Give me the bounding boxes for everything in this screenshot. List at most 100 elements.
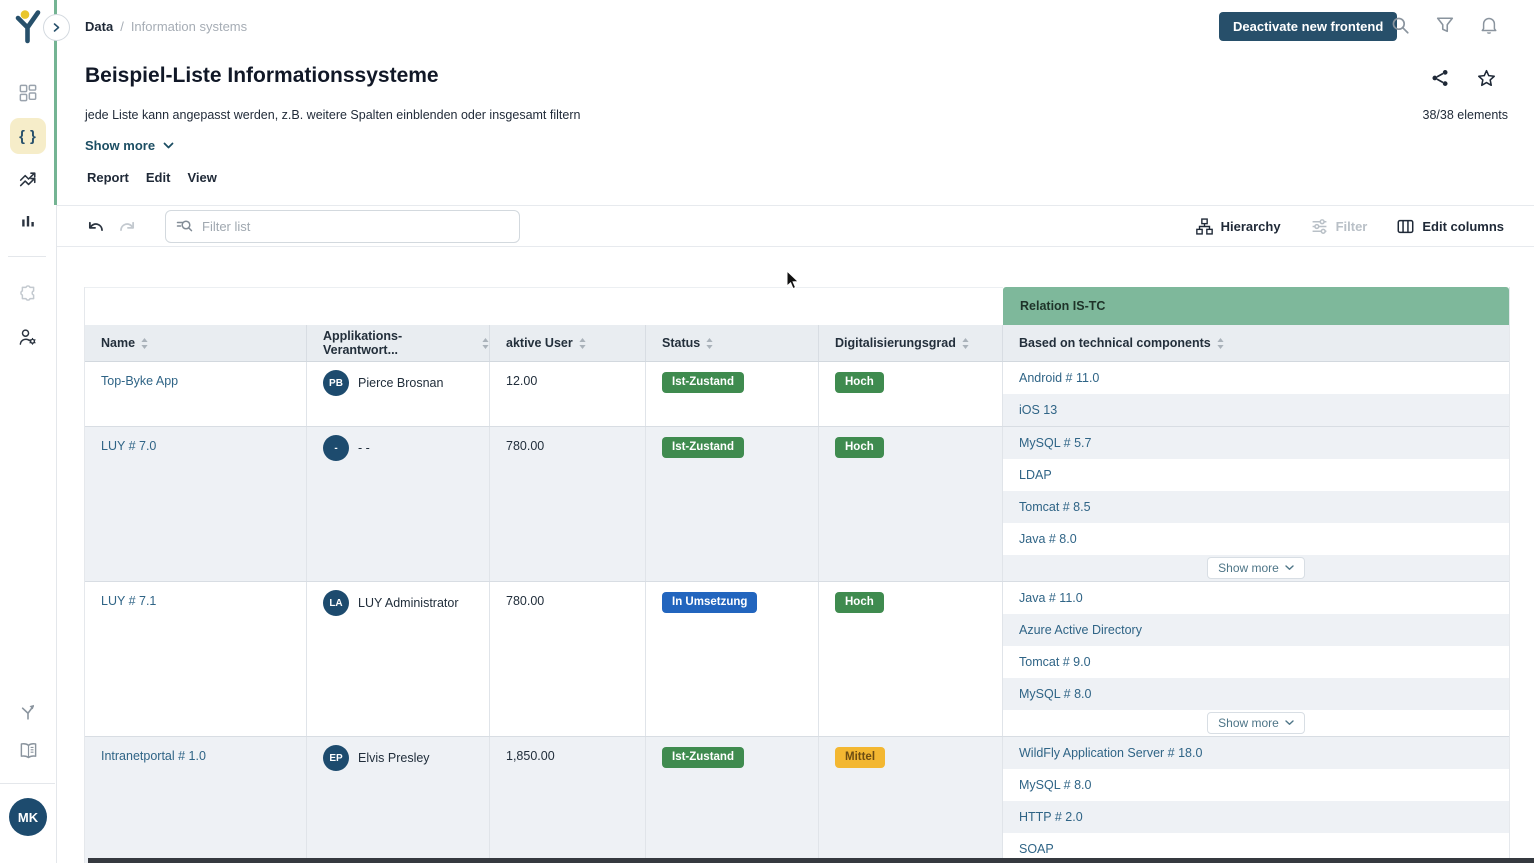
breadcrumb-data[interactable]: Data — [85, 19, 113, 34]
hierarchy-button[interactable]: Hierarchy — [1196, 218, 1281, 235]
table-row[interactable]: LUY # 7.0-- -780.00Ist-ZustandHochMySQL … — [85, 426, 1509, 581]
name-cell: LUY # 7.1 — [85, 582, 307, 736]
component-link[interactable]: WildFly Application Server # 18.0 — [1003, 737, 1509, 769]
component-link[interactable]: LDAP — [1003, 459, 1509, 491]
sidebar-item-plugins[interactable] — [0, 282, 56, 304]
filter-label: Filter — [1336, 219, 1368, 234]
table-row[interactable]: Intranetportal # 1.0EPElvis Presley1,850… — [85, 736, 1509, 863]
information-systems-table: Relation IS-TC NameApplikations-Verantwo… — [84, 287, 1510, 863]
component-link[interactable]: Azure Active Directory — [1003, 614, 1509, 646]
owner-cell: LA LUY Administrator — [307, 582, 490, 736]
sort-icon[interactable] — [706, 338, 713, 349]
menu-view[interactable]: View — [187, 170, 216, 185]
undo-icon[interactable] — [86, 218, 105, 236]
edit-columns-label: Edit columns — [1422, 219, 1504, 234]
user-gear-icon — [19, 328, 37, 346]
component-link[interactable]: HTTP # 2.0 — [1003, 801, 1509, 833]
filter-button[interactable]: Filter — [1311, 218, 1368, 235]
edit-columns-button[interactable]: Edit columns — [1397, 218, 1504, 235]
show-more-components-button[interactable]: Show more — [1207, 557, 1305, 579]
chevron-down-icon — [1285, 565, 1294, 571]
table-row[interactable]: LUY # 7.1 LA LUY Administrator 780.00In Ums… — [85, 581, 1509, 736]
show-more-label: Show more — [85, 138, 155, 153]
is-name-link[interactable]: Intranetportal # 1.0 — [101, 749, 206, 763]
column-header-0[interactable]: Name — [85, 325, 307, 361]
component-link[interactable]: Java # 11.0 — [1003, 582, 1509, 614]
owner-avatar: LA — [323, 590, 349, 616]
is-name-link[interactable]: LUY # 7.0 — [101, 439, 156, 453]
horizontal-scrollbar[interactable] — [88, 858, 1534, 863]
components-cell: WildFly Application Server # 18.0MySQL #… — [1003, 737, 1509, 863]
sort-icon[interactable] — [962, 338, 969, 349]
status-cell: Ist-Zustand — [646, 737, 819, 863]
digitalisierungsgrad-badge: Hoch — [835, 372, 884, 393]
notifications-bell-icon[interactable] — [1480, 16, 1498, 35]
book-icon — [19, 741, 38, 760]
hierarchy-label: Hierarchy — [1221, 219, 1281, 234]
owner-name: Elvis Presley — [358, 745, 430, 765]
sidebar-item-user-admin[interactable] — [0, 326, 56, 348]
component-link[interactable]: MySQL # 8.0 — [1003, 678, 1509, 710]
column-header-1[interactable]: Applikations-Verantwort... — [307, 325, 490, 361]
show-more-description-button[interactable]: Show more — [85, 138, 174, 153]
sort-icon[interactable] — [141, 338, 148, 349]
chevron-right-icon — [49, 20, 64, 35]
sidebar-item-whats-new[interactable] — [0, 700, 56, 722]
component-link[interactable]: Android # 11.0 — [1003, 362, 1509, 394]
breadcrumb-current-page: Information systems — [131, 19, 247, 34]
filter-list-input[interactable] — [200, 218, 509, 235]
sort-icon[interactable] — [579, 338, 586, 349]
share-icon[interactable] — [1431, 69, 1449, 88]
sort-icon[interactable] — [482, 338, 489, 349]
digitalisierungsgrad-cell: Mittel — [819, 737, 1003, 863]
user-menu[interactable]: MK — [0, 798, 56, 836]
column-header-5[interactable]: Based on technical components — [1003, 325, 1509, 361]
toolbar-right-actions: Hierarchy Filter Edit columns — [1196, 206, 1504, 246]
component-link[interactable]: Tomcat # 9.0 — [1003, 646, 1509, 678]
component-link[interactable]: Java # 8.0 — [1003, 523, 1509, 555]
y-arrow-icon — [19, 702, 37, 720]
component-link[interactable]: Tomcat # 8.5 — [1003, 491, 1509, 523]
deactivate-frontend-button[interactable]: Deactivate new frontend — [1219, 12, 1397, 41]
search-icon[interactable] — [1391, 16, 1410, 35]
component-link[interactable]: iOS 13 — [1003, 394, 1509, 426]
sliders-icon — [1311, 218, 1328, 235]
component-link[interactable]: MySQL # 8.0 — [1003, 769, 1509, 801]
active-users-cell: 780.00 — [490, 582, 646, 736]
sidebar-item-data[interactable]: { } — [0, 118, 56, 154]
show-more-row: Show more — [1003, 555, 1509, 581]
elements-count: 38/38 elements — [1423, 108, 1508, 122]
chevron-down-icon — [1285, 720, 1294, 726]
menu-edit[interactable]: Edit — [146, 170, 171, 185]
table-body: Top-Byke AppPBPierce Brosnan12.00Ist-Zus… — [85, 362, 1509, 863]
filter-funnel-icon[interactable] — [1436, 16, 1454, 35]
component-link[interactable]: MySQL # 5.7 — [1003, 427, 1509, 459]
bar-chart-icon — [20, 213, 36, 229]
column-header-label: Based on technical components — [1019, 336, 1211, 350]
status-cell: In Umsetzung — [646, 582, 819, 736]
relation-group-header: Relation IS-TC — [1003, 287, 1509, 325]
is-name-link[interactable]: Top-Byke App — [101, 374, 178, 388]
is-name-link[interactable]: LUY # 7.1 — [101, 594, 156, 608]
sidebar-item-docs[interactable] — [0, 738, 56, 762]
redo-icon[interactable] — [118, 218, 137, 236]
column-header-2[interactable]: aktive User — [490, 325, 646, 361]
page-subtitle: jede Liste kann angepasst werden, z.B. w… — [85, 108, 580, 122]
owner-avatar: - — [323, 435, 349, 461]
sidebar-item-dashboard[interactable] — [0, 82, 56, 104]
sidebar-item-reports[interactable] — [0, 168, 56, 190]
main-content: Data / Information systems Deactivate ne… — [56, 0, 1534, 863]
table-group-header-row: Relation IS-TC — [85, 287, 1509, 325]
sidebar-collapse-button[interactable] — [43, 14, 70, 41]
show-more-components-button[interactable]: Show more — [1207, 712, 1305, 734]
column-header-3[interactable]: Status — [646, 325, 819, 361]
star-favorite-icon[interactable] — [1477, 69, 1496, 88]
table-row[interactable]: Top-Byke AppPBPierce Brosnan12.00Ist-Zus… — [85, 362, 1509, 426]
owner-name: LUY Administrator — [358, 590, 459, 610]
column-header-4[interactable]: Digitalisierungsgrad — [819, 325, 1003, 361]
sort-icon[interactable] — [1217, 338, 1224, 349]
sidebar-item-charts[interactable] — [0, 210, 56, 232]
digitalisierungsgrad-cell: Hoch — [819, 582, 1003, 736]
menu-report[interactable]: Report — [87, 170, 129, 185]
group-header-spacer — [85, 287, 1003, 325]
